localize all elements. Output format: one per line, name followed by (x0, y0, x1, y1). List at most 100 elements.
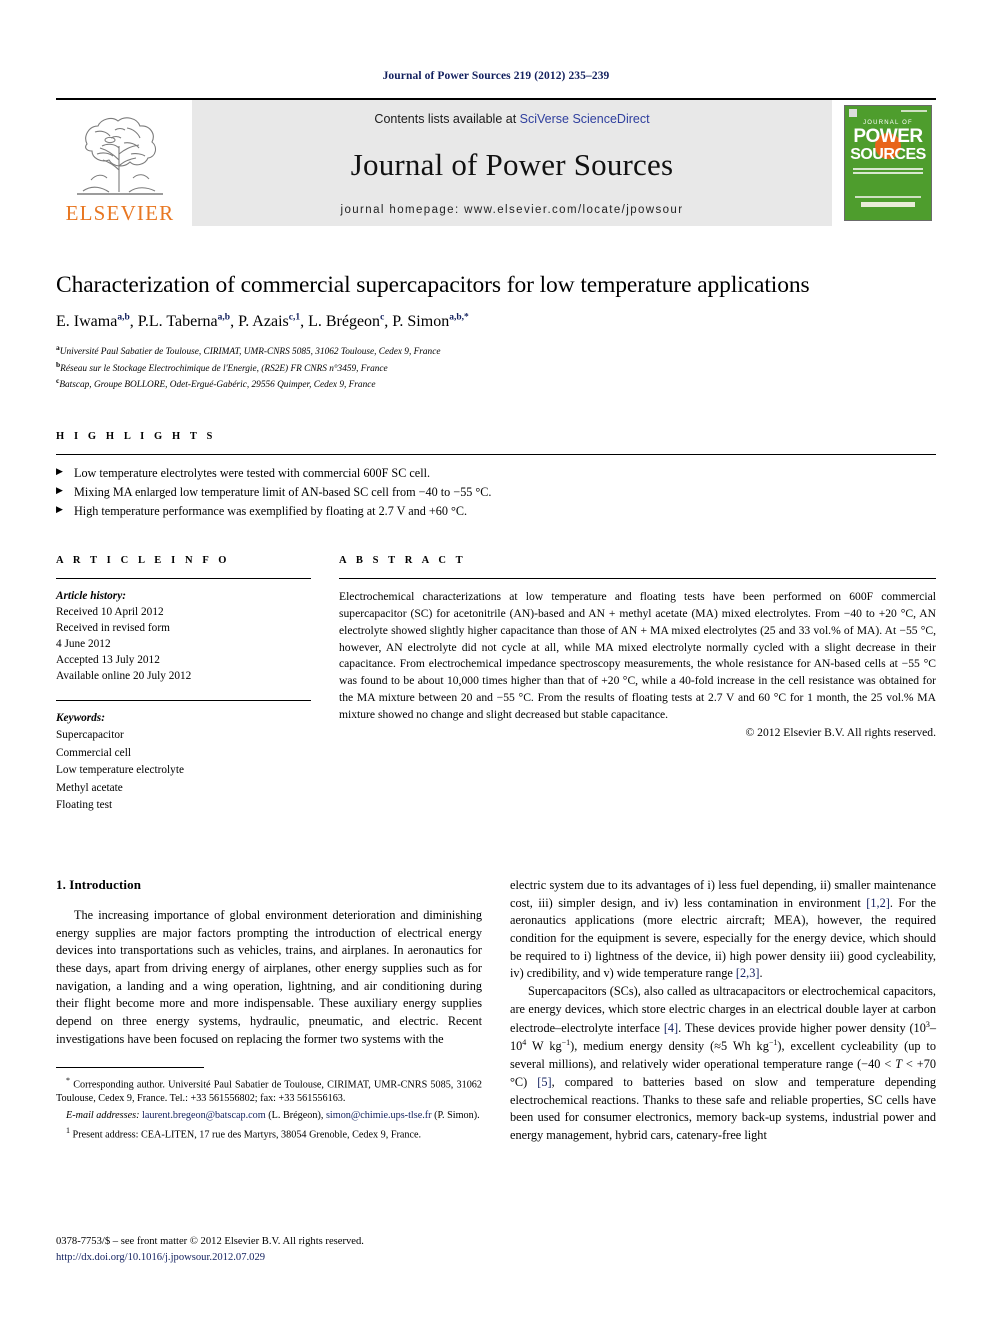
affiliation-text: Batscap, Groupe BOLLORE, Odet-Ergué-Gabé… (59, 380, 376, 391)
contents-available-line: Contents lists available at SciVerse Sci… (374, 112, 649, 126)
intro-p2-seg-b: . These devices provide higher power den… (678, 1020, 926, 1035)
footnote-emails: E-mail addresses: laurent.bregeon@batsca… (56, 1109, 482, 1123)
list-item: Mixing MA enlarged low temperature limit… (56, 483, 936, 502)
masthead-center: Contents lists available at SciVerse Sci… (192, 100, 832, 226)
citation-2-3[interactable]: [2,3] (736, 966, 760, 980)
cover-footer-line (855, 196, 921, 198)
asterisk-icon: * (66, 1075, 70, 1085)
footnote-mark-1: 1 (66, 1126, 70, 1136)
abstract-column: A B S T R A C T Electrochemical characte… (339, 555, 936, 815)
highlights-list: Low temperature electrolytes were tested… (56, 464, 936, 521)
author-separator: , (230, 313, 239, 331)
intro-paragraph-1: The increasing importance of global envi… (56, 907, 482, 1046)
intro-p2-seg-d: W kg (526, 1039, 562, 1054)
highlights-divider (56, 454, 936, 456)
author-entry: P. Azaisc,1, (238, 313, 308, 330)
keywords-label: Keywords: (56, 711, 105, 724)
doi-link[interactable]: http://dx.doi.org/10.1016/j.jpowsour.201… (56, 1252, 265, 1263)
author-list: E. Iwamaa,b, P.L. Tabernaa,b, P. Azaisc,… (56, 313, 936, 331)
email-link-simon[interactable]: simon@chimie.ups-tlse.fr (326, 1110, 432, 1121)
cover-power-text: POWER (853, 126, 923, 147)
abstract-divider (339, 577, 936, 579)
footnote-corresponding-author: * Corresponding author. Université Paul … (56, 1075, 482, 1107)
author-affil-marks: a,b (217, 313, 231, 324)
page-footer: 0378-7753/$ – see front matter © 2012 El… (56, 1234, 526, 1265)
variable-T: T (895, 1057, 903, 1072)
affiliation-list: aUniversité Paul Sabatier de Toulouse, C… (56, 343, 936, 393)
footnote-present-address-text: Present address: CEA-LITEN, 17 rue des M… (72, 1129, 422, 1141)
author-name: L. Brégeon (308, 313, 381, 331)
footnote-present-address: 1 Present address: CEA-LITEN, 17 rue des… (56, 1125, 482, 1143)
author-name: P. Azais (238, 313, 289, 331)
history-item: Received in revised form (56, 621, 170, 634)
author-separator: , (300, 313, 309, 331)
citation-1-2[interactable]: [1,2] (866, 896, 890, 910)
cover-subtitle-line-1 (853, 168, 923, 170)
history-item: 4 June 2012 (56, 637, 111, 650)
highlights-label: H I G H L I G H T S (56, 431, 216, 443)
email-label: E-mail addresses: (66, 1109, 140, 1121)
author-name: P.L. Taberna (137, 313, 218, 331)
history-item: Accepted 13 July 2012 (56, 653, 160, 666)
elsevier-logo: ELSEVIER (56, 100, 184, 226)
paper-page: Journal of Power Sources 219 (2012) 235–… (0, 0, 992, 1323)
article-history: Article history: Received 10 April 2012 … (56, 588, 311, 684)
affiliation-text: Réseau sur le Stockage Electrochimique d… (60, 364, 388, 374)
intro-p2-seg-e: ), medium energy density (≈5 Wh kg (570, 1039, 769, 1054)
keyword-item: Methyl acetate (56, 781, 123, 794)
author-entry: P. Simona,b,* (392, 313, 468, 330)
list-item: Low temperature electrolytes were tested… (56, 464, 936, 483)
article-info-divider (56, 577, 311, 579)
author-separator: , (129, 313, 138, 331)
journal-homepage[interactable]: journal homepage: www.elsevier.com/locat… (341, 204, 684, 216)
keywords-block: Keywords: Supercapacitor Commercial cell… (56, 710, 311, 815)
author-name: E. Iwama (56, 313, 118, 331)
cover-sources-text: SOURCES (850, 146, 926, 163)
cover-footer-block (861, 202, 915, 207)
author-affil-marks: a,b (117, 313, 130, 324)
info-abstract-section: A R T I C L E I N F O Article history: R… (56, 555, 936, 815)
intro-paragraph-1-continued: electric system due to its advantages of… (510, 877, 936, 983)
cover-subtitle-line-2 (853, 172, 923, 174)
abstract-text: Electrochemical characterizations at low… (339, 589, 936, 722)
highlights-section: H I G H L I G H T S Low temperature elec… (56, 431, 936, 521)
author-entry: E. Iwamaa,b, (56, 313, 138, 330)
elsevier-wordmark: ELSEVIER (65, 201, 175, 225)
affiliation-item: cBatscap, Groupe BOLLORE, Odet-Ergué-Gab… (56, 376, 936, 393)
running-head: Journal of Power Sources 219 (2012) 235–… (382, 70, 610, 82)
elsevier-tree-icon (77, 117, 163, 195)
contents-prefix: Contents lists available at (374, 112, 520, 126)
abstract-copyright: © 2012 Elsevier B.V. All rights reserved… (745, 726, 936, 740)
citation-5[interactable]: [5] (537, 1075, 551, 1089)
keyword-item: Commercial cell (56, 746, 131, 759)
title-block: Characterization of commercial supercapa… (56, 272, 936, 393)
footnotes-block: * Corresponding author. Université Paul … (56, 1066, 482, 1144)
journal-cover-thumbnail: JOURNAL OF POWER SOURCES (840, 100, 936, 226)
issn-front-matter: 0378-7753/$ – see front matter © 2012 El… (56, 1236, 364, 1248)
email2-attribution: (P. Simon). (431, 1109, 480, 1121)
keywords-divider (56, 699, 311, 701)
author-entry: P.L. Tabernaa,b, (138, 313, 238, 330)
body-column-left: 1. Introduction The increasing importanc… (56, 877, 482, 1145)
doi-line: http://dx.doi.org/10.1016/j.jpowsour.201… (56, 1250, 526, 1265)
author-affil-marks: c,1 (288, 313, 301, 324)
keyword-item: Floating test (56, 799, 113, 812)
history-item: Received 10 April 2012 (56, 605, 164, 618)
footnote-divider (56, 1066, 204, 1068)
page-title: Characterization of commercial supercapa… (56, 272, 810, 298)
citation-4[interactable]: [4] (664, 1021, 678, 1035)
article-history-label: Article history: (56, 589, 126, 602)
intro-paragraph-2: Supercapacitors (SCs), also called as ul… (510, 983, 936, 1145)
body-column-right: electric system due to its advantages of… (510, 877, 936, 1145)
sciencedirect-link[interactable]: SciVerse ScienceDirect (520, 112, 650, 126)
affiliation-item: bRéseau sur le Stockage Electrochimique … (56, 360, 936, 377)
cover-logo-mark (849, 109, 857, 117)
email1-attribution: (L. Brégeon), (265, 1109, 326, 1121)
abstract-label: A B S T R A C T (339, 554, 467, 566)
author-name: P. Simon (392, 313, 450, 331)
cover-issn-mark (901, 110, 927, 112)
body-columns: 1. Introduction The increasing importanc… (56, 877, 936, 1145)
email-link-bregeon[interactable]: laurent.bregeon@batscap.com (142, 1110, 266, 1121)
journal-title: Journal of Power Sources (350, 147, 674, 182)
affiliation-item: aUniversité Paul Sabatier de Toulouse, C… (56, 343, 936, 360)
